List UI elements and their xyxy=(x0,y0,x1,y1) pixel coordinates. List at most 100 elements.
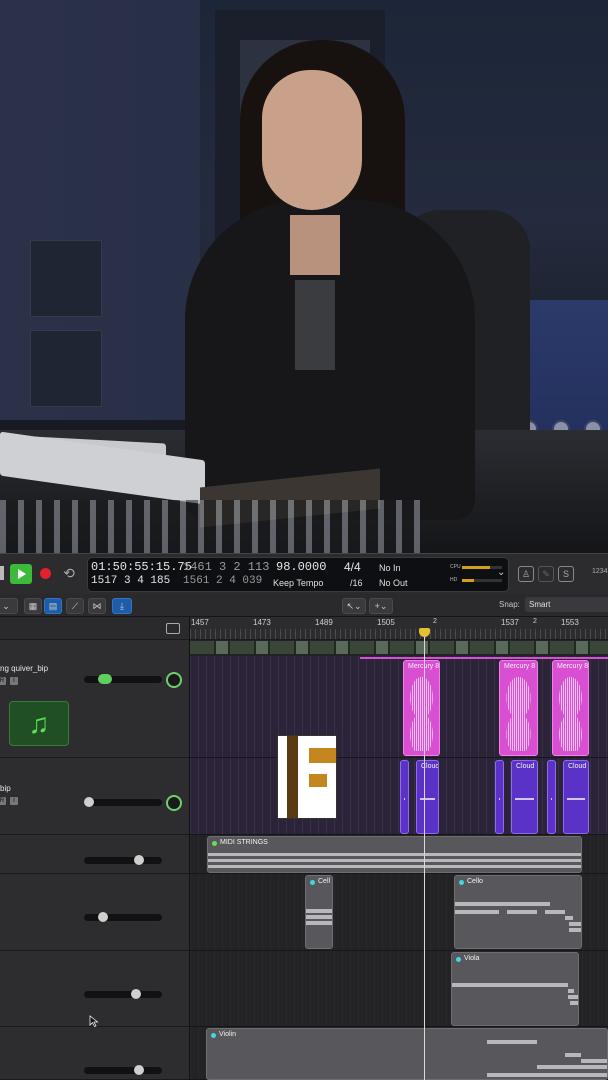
tracks-toolbar: ⌄ ▦ ▤ ⟋ ⋈ ⤓ ↖⌄ +⌄ Snap: Smart xyxy=(0,594,608,617)
bars-display-sub2: 1561 2 4 039 xyxy=(183,575,263,587)
volume-slider[interactable] xyxy=(84,855,162,865)
cpu-label: CPU xyxy=(450,564,461,570)
edit-menu-button[interactable]: ⌄ xyxy=(0,598,18,614)
playhead[interactable] xyxy=(424,628,425,1080)
pencil-icon[interactable]: ✎ xyxy=(538,566,554,582)
grid-view-icon[interactable]: ▦ xyxy=(24,598,42,614)
volume-slider[interactable] xyxy=(84,912,162,922)
cloud-region[interactable]: Cloud xyxy=(416,760,439,834)
track-lane-3[interactable]: MIDI STRINGS xyxy=(190,835,608,874)
midi-region[interactable]: Viola xyxy=(451,952,579,1026)
track-header-2[interactable]: bip R I xyxy=(0,758,189,835)
in-locator[interactable]: No In xyxy=(379,563,401,573)
ruler-mark: 1457 xyxy=(191,618,209,627)
secondary-tool-icon[interactable]: +⌄ xyxy=(369,598,393,614)
cpu-meter xyxy=(462,566,502,569)
ruler-mark: 2 xyxy=(533,618,537,625)
ruler-mark: 2 xyxy=(433,618,437,625)
flex-icon[interactable]: ⋈ xyxy=(88,598,106,614)
input-monitor-button[interactable]: I xyxy=(10,677,18,685)
automation-icon[interactable]: ⟋ xyxy=(66,598,84,614)
mixing-console xyxy=(0,500,420,553)
counter-display: 1234 xyxy=(592,568,608,575)
if-logo xyxy=(277,735,337,819)
transport-bar: ⟲ 01:50:55:15.75 1517 3 4 185 1461 3 2 1… xyxy=(0,553,608,595)
person-face xyxy=(262,70,362,210)
track-lane-1[interactable]: Mercury 8 Mercury 8 Mercury 8 xyxy=(190,656,608,758)
global-tracks-icon[interactable] xyxy=(166,623,180,634)
cloud-region[interactable] xyxy=(495,760,504,834)
video-preview xyxy=(0,0,608,553)
instrument-icon: ♫ xyxy=(9,701,69,746)
track-lane-4[interactable]: Cell Cello xyxy=(190,874,608,951)
time-signature[interactable]: 4/4 xyxy=(344,560,361,574)
volume-slider[interactable] xyxy=(84,1065,162,1075)
track-header-toolbar xyxy=(0,617,189,640)
cloud-region[interactable] xyxy=(547,760,556,834)
track-name[interactable]: ng quiver_bip xyxy=(0,664,48,673)
ruler-mark: 1473 xyxy=(253,618,271,627)
lcd-display[interactable]: 01:50:55:15.75 1517 3 4 185 1461 3 2 113… xyxy=(87,557,509,592)
ruler-mark: 1505 xyxy=(377,618,395,627)
midi-region[interactable]: Cello xyxy=(454,875,582,949)
pan-knob[interactable] xyxy=(166,795,182,811)
volume-slider[interactable] xyxy=(84,797,162,807)
play-button[interactable] xyxy=(10,564,32,584)
record-enable-button[interactable]: R xyxy=(0,677,6,685)
region-label: Cell xyxy=(318,878,331,885)
cloud-region[interactable] xyxy=(400,760,409,834)
person-neck xyxy=(290,215,340,275)
division[interactable]: /16 xyxy=(350,578,363,588)
s-icon[interactable]: S xyxy=(558,566,574,582)
track-lane-2[interactable]: Cloud Cloud Cloud xyxy=(190,758,608,835)
audio-region[interactable]: Mercury 8 xyxy=(403,660,440,756)
ruler-mark: 1537 xyxy=(501,618,519,627)
cycle-icon[interactable]: ⟲ xyxy=(61,564,77,582)
region-label: Mercury 8 xyxy=(504,663,536,670)
list-view-icon[interactable]: ▤ xyxy=(44,598,62,614)
track-name[interactable]: bip xyxy=(0,784,11,793)
volume-slider[interactable] xyxy=(84,989,162,999)
snap-label: Snap: xyxy=(499,600,520,609)
tempo-mode[interactable]: Keep Tempo xyxy=(273,578,323,588)
cloud-region[interactable]: Cloud xyxy=(511,760,538,834)
timecode-display: 01:50:55:15.75 xyxy=(91,560,192,574)
tempo-display[interactable]: 98.0000 xyxy=(276,560,326,574)
snap-select[interactable]: Smart xyxy=(525,597,608,612)
midi-region[interactable]: MIDI STRINGS xyxy=(207,836,582,873)
midi-region[interactable]: Violin xyxy=(206,1028,608,1080)
catch-icon[interactable]: ⤓ xyxy=(112,598,132,614)
audio-region[interactable]: Mercury 8 xyxy=(552,660,589,756)
out-locator[interactable]: No Out xyxy=(379,578,408,588)
track-header-4[interactable] xyxy=(0,874,189,951)
midi-region[interactable]: Cell xyxy=(305,875,333,949)
arrange-area[interactable]: 1457 1473 1489 1505 2 1537 2 1553 Mercur… xyxy=(190,617,608,1080)
region-strip xyxy=(360,657,608,659)
region-label: MIDI STRINGS xyxy=(220,839,268,846)
audio-region[interactable]: Mercury 8 xyxy=(499,660,538,756)
record-button[interactable] xyxy=(40,568,51,579)
pointer-tool-icon[interactable]: ↖⌄ xyxy=(342,598,366,614)
track-header-6[interactable] xyxy=(0,1027,189,1080)
record-enable-button[interactable]: R xyxy=(0,797,6,805)
bars-display-main: 1461 3 2 113 xyxy=(183,560,270,574)
metronome-icon[interactable]: ♙ xyxy=(518,566,534,582)
bar-ruler[interactable]: 1457 1473 1489 1505 2 1537 2 1553 xyxy=(190,617,608,640)
input-monitor-button[interactable]: I xyxy=(10,797,18,805)
chevron-down-icon[interactable]: ⌄ xyxy=(497,567,505,579)
volume-slider[interactable] xyxy=(84,674,162,684)
cloud-region[interactable]: Cloud xyxy=(563,760,589,834)
track-lane-6[interactable]: Violin xyxy=(190,1027,608,1080)
ruler-mark: 1553 xyxy=(561,618,579,627)
acoustic-panel xyxy=(30,240,102,317)
pan-knob[interactable] xyxy=(166,672,182,688)
track-header-3[interactable] xyxy=(0,835,189,874)
hd-meter xyxy=(462,579,502,582)
stop-button[interactable] xyxy=(0,566,4,580)
person-shirt xyxy=(295,280,335,370)
track-header-1[interactable]: ng quiver_bip R I ♫ xyxy=(0,656,189,758)
movie-track xyxy=(190,641,608,654)
hd-label: HD xyxy=(450,577,458,583)
region-label: Cello xyxy=(467,878,483,885)
track-lane-5[interactable]: Viola xyxy=(190,951,608,1027)
